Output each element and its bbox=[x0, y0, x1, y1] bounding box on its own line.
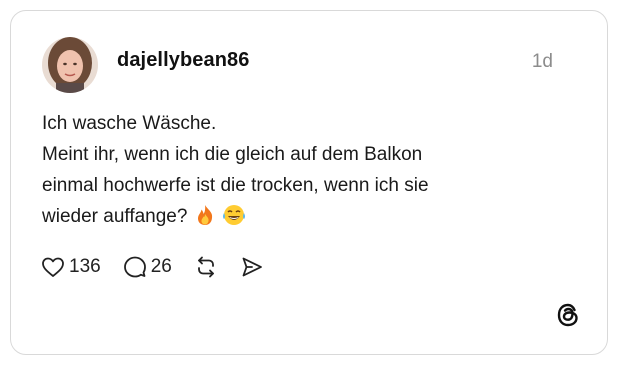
username[interactable]: dajellybean86 bbox=[117, 49, 249, 72]
share-button[interactable] bbox=[240, 255, 264, 279]
reply-count: 26 bbox=[150, 256, 172, 277]
like-button[interactable]: 136 bbox=[41, 256, 101, 278]
action-bar: 136 26 bbox=[41, 254, 286, 280]
like-count: 136 bbox=[69, 256, 101, 277]
post-text-line-content: wieder auffange? bbox=[42, 206, 188, 227]
threads-logo-icon[interactable] bbox=[555, 302, 581, 328]
avatar[interactable] bbox=[42, 37, 98, 93]
heart-icon bbox=[41, 256, 65, 278]
share-icon bbox=[240, 255, 264, 279]
post-timestamp: 1d bbox=[531, 51, 553, 72]
post-text-line: einmal hochwerfe ist die trocken, wenn i… bbox=[42, 175, 429, 196]
tears-of-joy-emoji bbox=[222, 204, 246, 236]
post-card: dajellybean86 1d Ich wasche Wäsche. Mein… bbox=[10, 10, 608, 355]
fire-emoji bbox=[195, 204, 215, 236]
comment-icon bbox=[123, 255, 147, 279]
reply-button[interactable]: 26 bbox=[123, 255, 172, 279]
repost-icon bbox=[194, 255, 218, 279]
repost-button[interactable] bbox=[194, 255, 218, 279]
post-text-line-last: wieder auffange? bbox=[42, 201, 582, 236]
post-text-line: Meint ihr, wenn ich die gleich auf dem B… bbox=[42, 144, 423, 165]
post-text-line: Ich wasche Wäsche. bbox=[42, 113, 217, 134]
post-text: Ich wasche Wäsche. Meint ihr, wenn ich d… bbox=[42, 108, 582, 236]
